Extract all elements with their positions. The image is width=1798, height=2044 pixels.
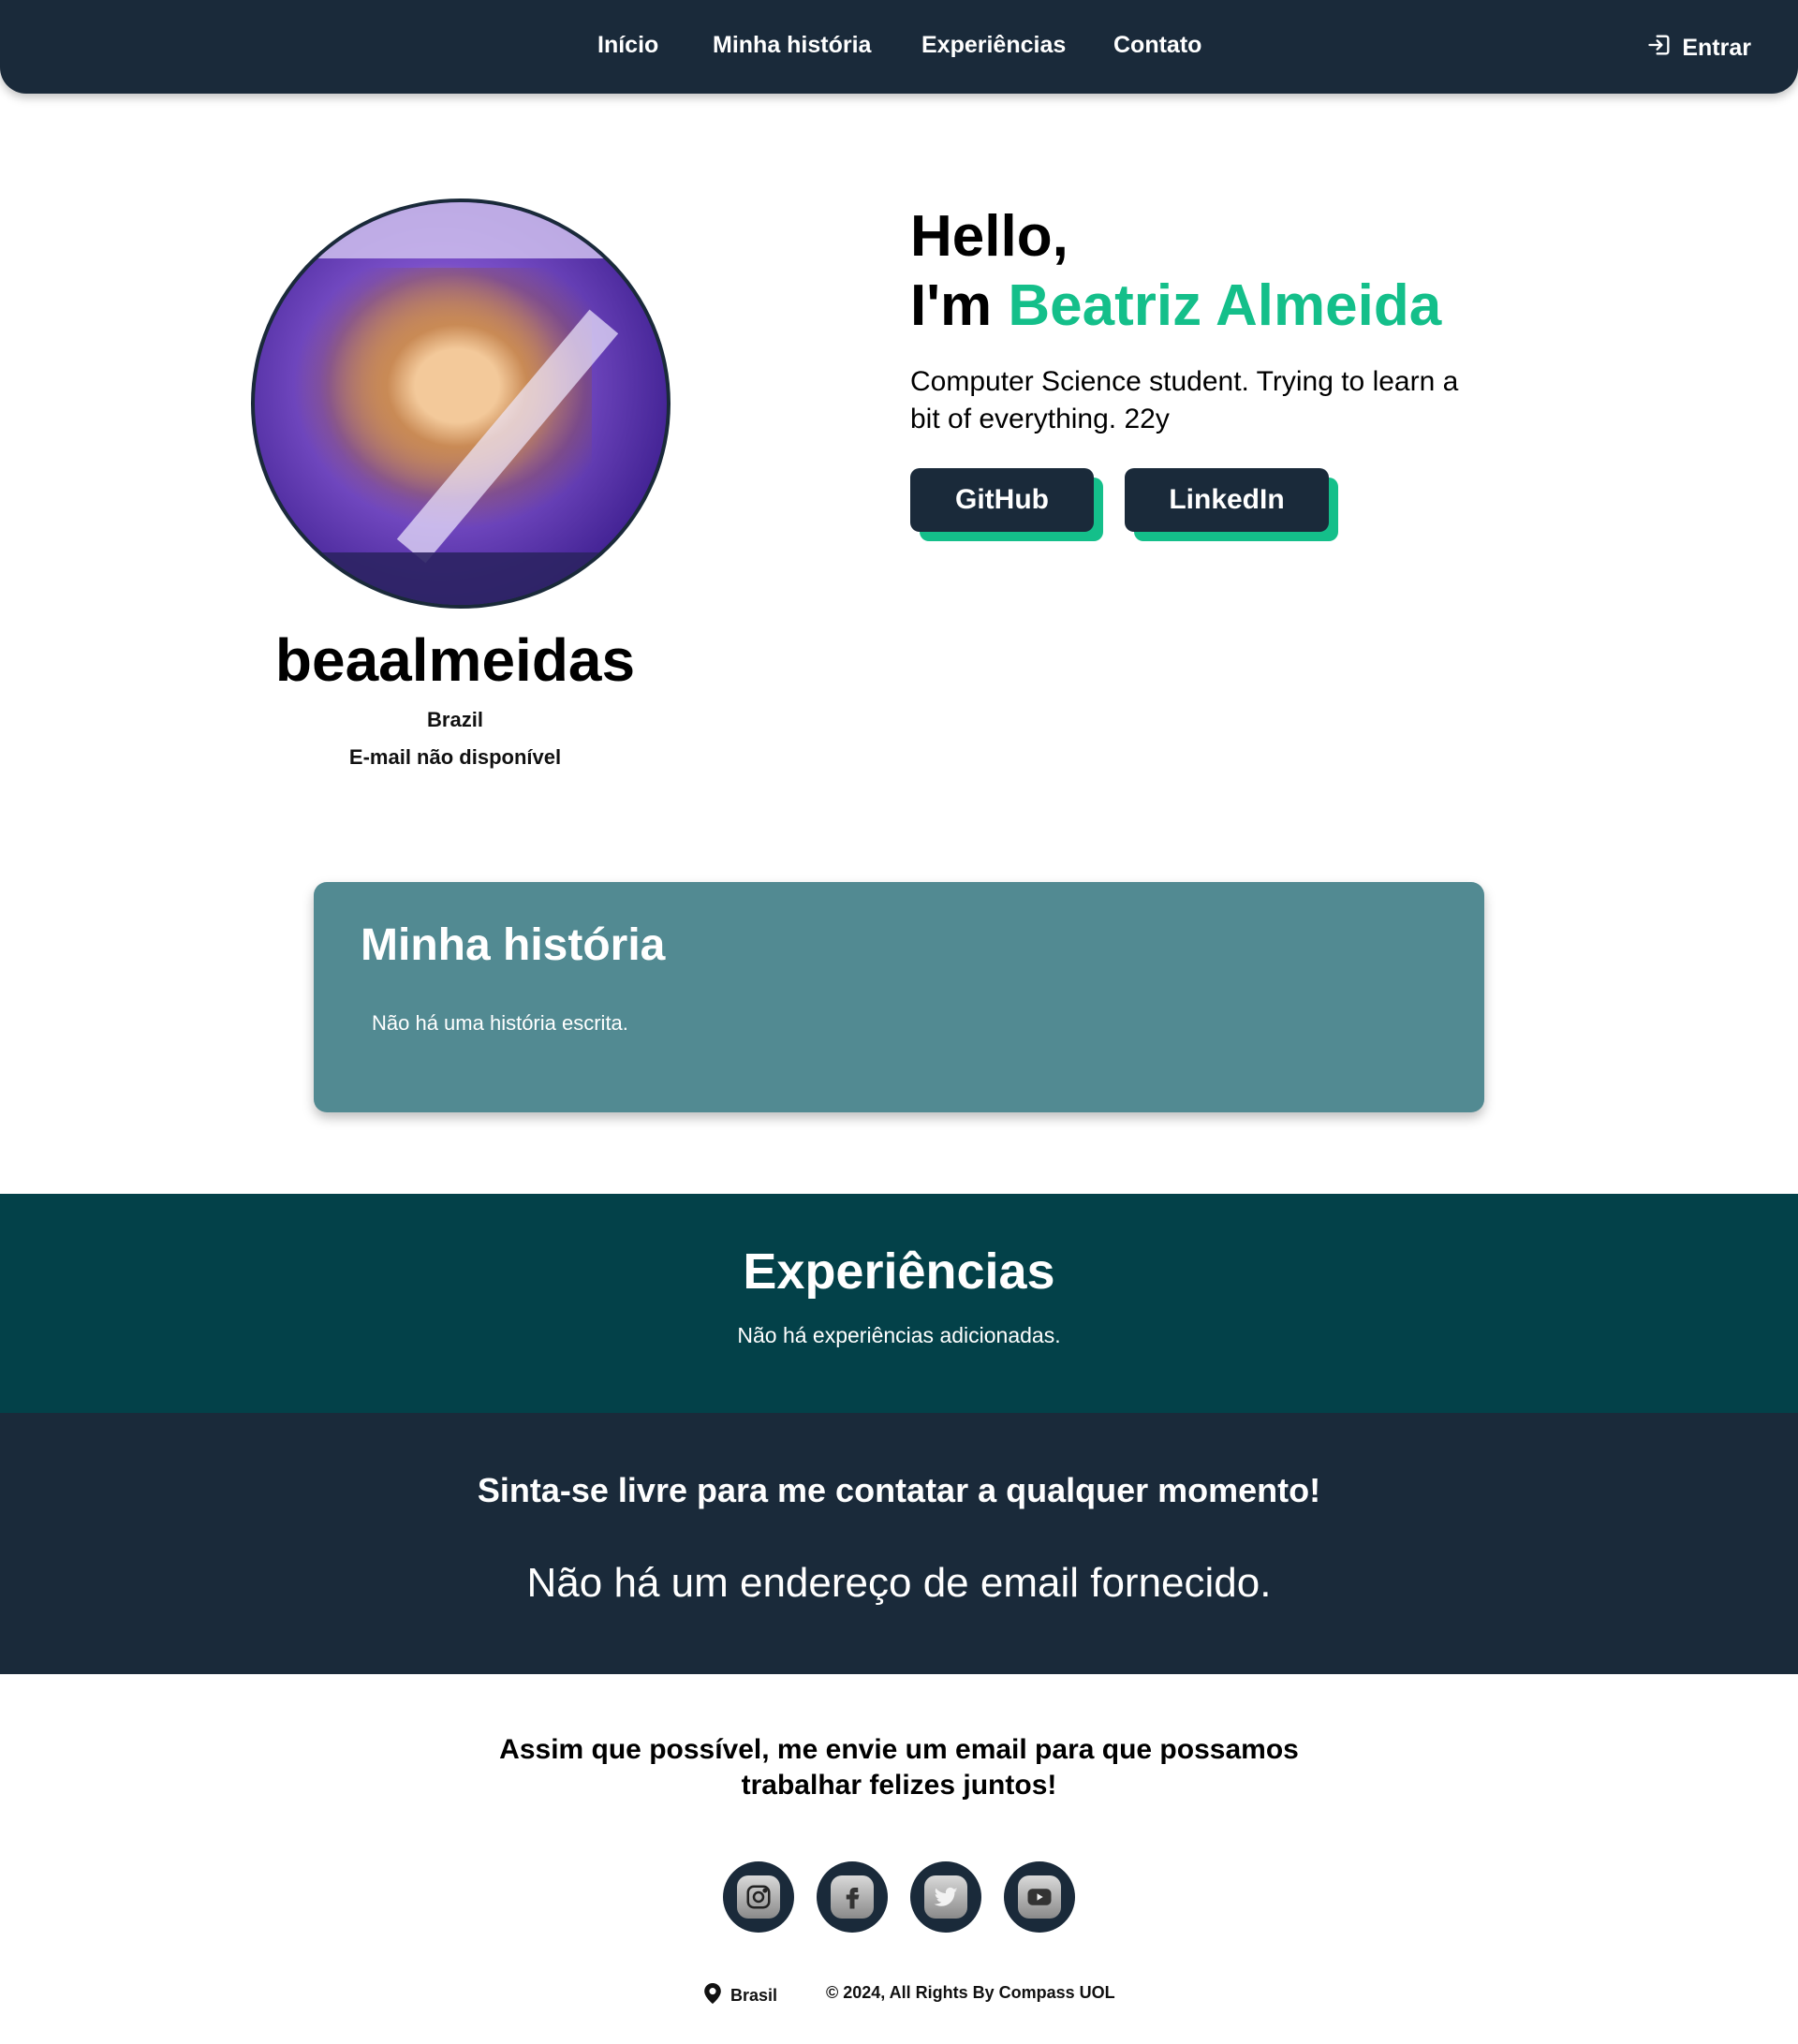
contact-section: Sinta-se livre para me contatar a qualqu… [0,1413,1798,1674]
experiences-text: Não há experiências adicionadas. [737,1323,1061,1347]
login-icon [1646,32,1673,65]
instagram-icon [737,1875,780,1919]
story-text: Não há uma história escrita. [372,1011,628,1035]
greeting-prefix: I'm [910,273,993,338]
story-card: Minha história Não há uma história escri… [314,882,1484,1112]
instagram-link[interactable] [723,1861,794,1933]
top-navbar: Início Minha história Experiências Conta… [0,0,1798,94]
contact-email-text: Não há um endereço de email fornecido. [526,1560,1272,1606]
youtube-link[interactable] [1004,1861,1075,1933]
login-button[interactable]: Entrar [1646,32,1751,65]
avatar-band-bottom [255,552,667,605]
github-button-wrapper: GitHub [910,468,1103,541]
twitter-icon [924,1875,967,1919]
nav-link-contato[interactable]: Contato [1113,32,1201,59]
profile-username: beaalmeidas [274,626,636,694]
full-name: Beatriz Almeida [1008,273,1442,338]
profile-location: Brazil [427,708,483,731]
nav-link-inicio[interactable]: Início [597,32,658,59]
experiences-section: Experiências Não há experiências adicion… [0,1194,1798,1413]
profile-email-status: E-mail não disponível [348,745,562,769]
map-pin-icon [704,1983,721,2008]
contact-title: Sinta-se livre para me contatar a qualqu… [477,1471,1321,1509]
footer-location-label: Brasil [730,1986,778,2005]
nav-link-experiencias[interactable]: Experiências [921,32,1066,59]
experiences-title: Experiências [743,1243,1055,1300]
footer-location: Brasil [704,1983,777,2008]
footer-message: Assim que possível, me envie um email pa… [499,1734,1299,1801]
footer-copyright: © 2024, All Rights By Compass UOL [826,1983,1115,2002]
twitter-link[interactable] [910,1861,981,1933]
login-label: Entrar [1682,35,1751,61]
avatar-band-top [255,202,667,258]
facebook-icon [831,1875,874,1919]
social-links [723,1861,1075,1933]
youtube-icon [1018,1875,1061,1919]
greeting-line-2: I'm Beatriz Almeida [910,272,1441,341]
main-nav: Início Minha história Experiências Conta… [0,0,1798,94]
greeting-line-1: Hello, [910,204,1068,269]
linkedin-button[interactable]: LinkedIn [1125,468,1329,532]
profile-avatar [251,199,671,609]
hero-greeting: Hello, I'm Beatriz Almeida [910,202,1441,341]
github-button[interactable]: GitHub [910,468,1094,532]
story-title: Minha história [361,920,666,970]
footer-bottom: Brasil © 2024, All Rights By Compass UOL [0,1983,1798,2006]
facebook-link[interactable] [817,1861,888,1933]
profile-bio: Computer Science student. Trying to lear… [910,366,1459,434]
linkedin-button-wrapper: LinkedIn [1125,468,1338,541]
nav-link-minha-historia[interactable]: Minha história [713,32,871,59]
